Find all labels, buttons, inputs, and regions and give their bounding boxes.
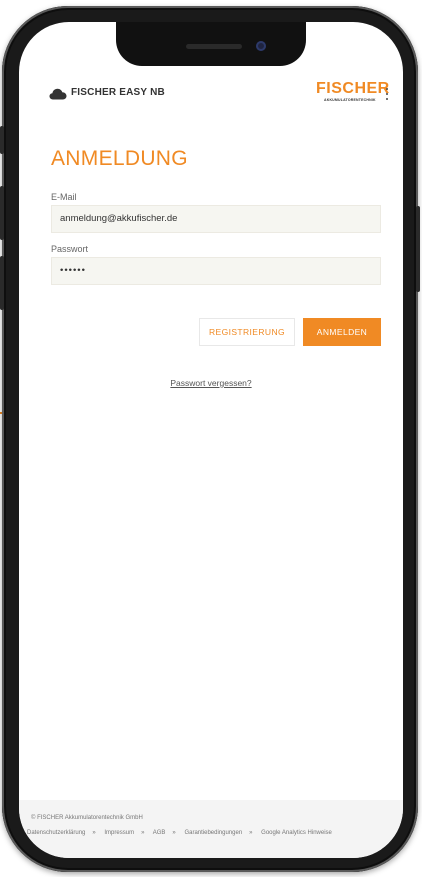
silent-switch: [0, 126, 4, 154]
speaker-grille: [186, 44, 242, 49]
kebab-menu-icon[interactable]: [385, 88, 389, 102]
register-button[interactable]: REGISTRIERUNG: [199, 318, 295, 346]
page-title: ANMELDUNG: [51, 147, 188, 170]
footer-separator: »: [141, 830, 145, 836]
footer-separator: »: [92, 830, 96, 836]
password-label: Passwort: [51, 244, 89, 254]
footer-link-warranty[interactable]: Garantiebedingungen: [184, 830, 242, 836]
footer-link-terms[interactable]: AGB: [153, 830, 166, 836]
phone-screen: FISCHER EASY NB FISCHER AKKUMULATORENTEC…: [19, 22, 403, 858]
footer-separator: »: [249, 830, 253, 836]
app-bar: FISCHER EASY NB FISCHER AKKUMULATORENTEC…: [19, 76, 403, 112]
copyright-text: © FISCHER Akkumulatorentechnik GmbH: [31, 815, 143, 821]
volume-up-button: [0, 186, 4, 240]
footer: © FISCHER Akkumulatorentechnik GmbH Date…: [19, 800, 403, 858]
phone-frame: FISCHER EASY NB FISCHER AKKUMULATORENTEC…: [0, 6, 420, 872]
logo-wordmark: FISCHER: [316, 80, 390, 97]
forgot-password-link[interactable]: Passwort vergessen?: [19, 378, 403, 388]
footer-link-imprint[interactable]: Impressum: [104, 830, 134, 836]
power-button: [416, 206, 420, 292]
email-label: E-Mail: [51, 192, 77, 202]
forgot-password-text[interactable]: Passwort vergessen?: [170, 378, 251, 388]
front-camera: [256, 41, 266, 51]
notch: [116, 22, 306, 66]
fischer-logo[interactable]: FISCHER AKKUMULATORENTECHNIK: [316, 80, 389, 108]
footer-link-analytics[interactable]: Google Analytics Hinweise: [261, 830, 332, 836]
app-title: FISCHER EASY NB: [71, 87, 165, 98]
logo-tagline: AKKUMULATORENTECHNIK: [324, 98, 376, 102]
login-button[interactable]: ANMELDEN: [303, 318, 381, 346]
password-field[interactable]: ••••••: [51, 257, 381, 285]
cloud-icon: [49, 88, 67, 100]
footer-separator: »: [172, 830, 176, 836]
footer-links: Datenschutzerklärung » Impressum » AGB » Ga…: [27, 830, 397, 836]
footer-link-privacy[interactable]: Datenschutzerklärung: [27, 830, 85, 836]
volume-down-button: [0, 256, 4, 310]
email-field[interactable]: anmeldung@akkufischer.de: [51, 205, 381, 233]
